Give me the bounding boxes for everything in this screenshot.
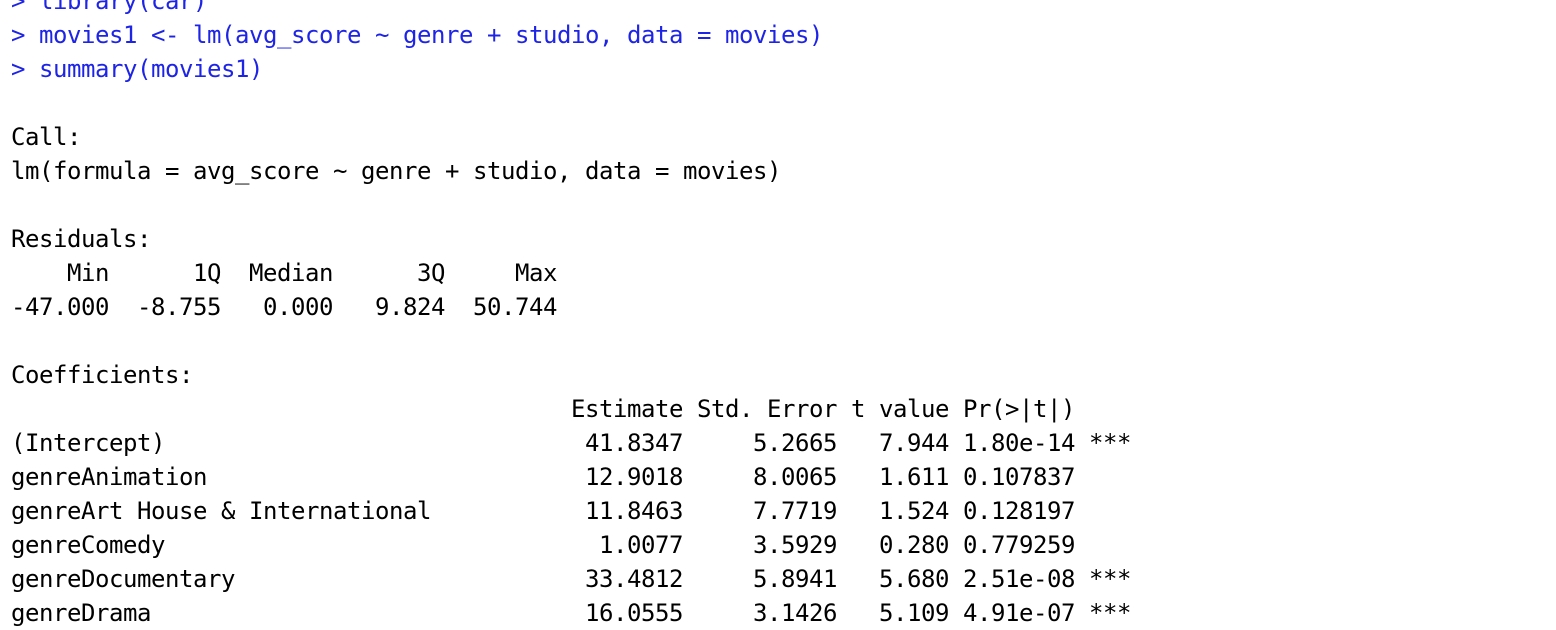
residuals-values: -47.000 -8.755 0.000 9.824 50.744: [11, 293, 571, 321]
coefficient-row: genreAnimation 12.9018 8.0065 1.611 0.10…: [11, 463, 1131, 491]
coefficient-row: genreComedy 1.0077 3.5929 0.280 0.779259: [11, 531, 1131, 559]
console-command-line: > summary(movies1): [11, 52, 1541, 86]
coefficient-row: (Intercept) 41.8347 5.2665 7.944 1.80e-1…: [11, 429, 1131, 457]
residuals-label: Residuals:: [11, 225, 151, 253]
command-text: movies1 <- lm(avg_score ~ genre + studio…: [39, 21, 823, 49]
console-prompt: >: [11, 21, 39, 49]
coefficients-label: Coefficients:: [11, 361, 193, 389]
residuals-header: Min 1Q Median 3Q Max: [11, 259, 571, 287]
r-console-output[interactable]: > library(car) > movies1 <- lm(avg_score…: [11, 0, 1541, 630]
partial-command-line: > library(car): [11, 0, 207, 15]
command-text: summary(movies1): [39, 55, 263, 83]
console-prompt: >: [11, 55, 39, 83]
console-command-line: > movies1 <- lm(avg_score ~ genre + stud…: [11, 18, 1541, 52]
call-text: lm(formula = avg_score ~ genre + studio,…: [11, 157, 781, 185]
coefficient-row: genreArt House & International 11.8463 7…: [11, 497, 1131, 525]
coefficients-header: Estimate Std. Error t value Pr(>|t|): [11, 395, 1131, 423]
coefficient-row: genreDocumentary 33.4812 5.8941 5.680 2.…: [11, 565, 1131, 593]
call-label: Call:: [11, 123, 81, 151]
coefficient-row: genreDrama 16.0555 3.1426 5.109 4.91e-07…: [11, 599, 1131, 627]
